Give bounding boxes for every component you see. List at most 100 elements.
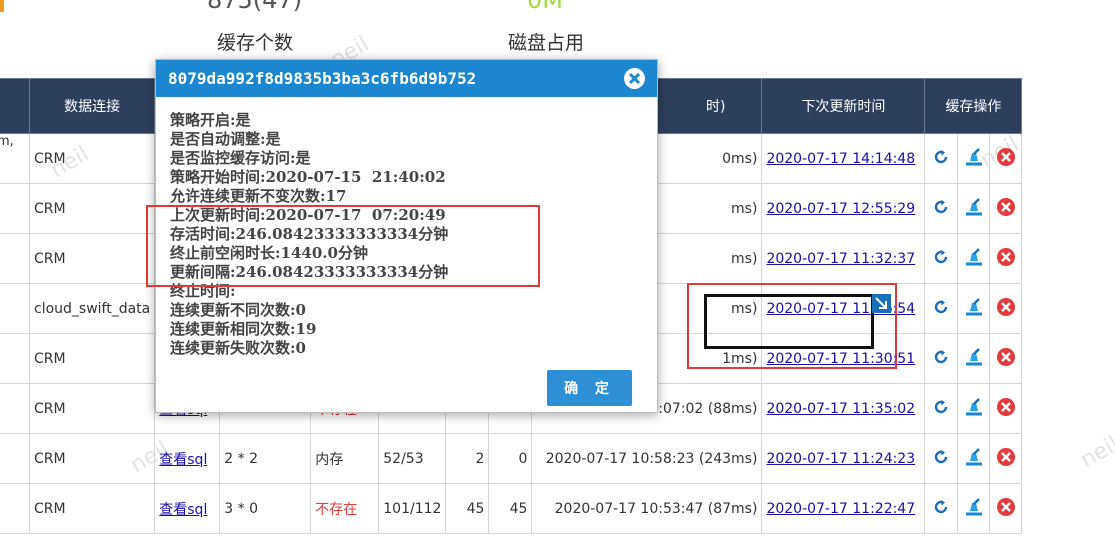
row-prefix-cell: m, (0, 133, 30, 184)
next-update-link[interactable]: 2020-07-17 11:26:54 (766, 301, 915, 317)
delete-button[interactable] (989, 483, 1023, 534)
clean-icon (964, 397, 984, 420)
next-update-link: 2020-07-17 11:24:23 (761, 433, 926, 484)
col-header-next-update: 下次更新时间 (761, 78, 926, 134)
clean-button[interactable] (957, 333, 991, 384)
refresh-icon (932, 198, 950, 220)
refresh-button[interactable] (924, 183, 959, 234)
delete-icon (996, 297, 1016, 321)
refresh-icon (932, 298, 950, 320)
dialog-info-line: 终止前空闲时长:1440.0分钟 (170, 244, 368, 262)
delete-button[interactable] (989, 383, 1023, 434)
dialog-info-line: 是否自动调整:是 (170, 130, 281, 148)
refresh-icon (932, 498, 950, 520)
delete-button[interactable] (989, 183, 1023, 234)
next-update-link: 2020-07-17 11:35:02 (761, 383, 926, 434)
clean-icon (964, 447, 984, 470)
clean-icon (964, 197, 984, 220)
dialog-info-line: 策略开启:是 (170, 111, 251, 129)
dialog-header: 8079da992f8d9835b3ba3c6fb6d9b752 (156, 60, 657, 97)
row-prefix-cell (0, 283, 30, 334)
row-prefix-cell (0, 483, 30, 534)
delete-icon (996, 347, 1016, 371)
delete-button[interactable] (989, 283, 1023, 334)
refresh-button[interactable] (924, 383, 959, 434)
refresh-button[interactable] (924, 483, 959, 534)
next-update-link[interactable]: 2020-07-17 11:22:47 (766, 501, 915, 517)
dialog-info-line: 连续更新失败次数:0 (170, 339, 306, 357)
clean-button[interactable] (957, 433, 991, 484)
data-conn-cell: CRM (28, 433, 156, 484)
delete-button[interactable] (989, 333, 1023, 384)
data-conn-cell: CRM (28, 483, 156, 534)
clean-icon (964, 147, 984, 170)
data-conn-cell: CRM (28, 383, 156, 434)
col-header-data-conn: 数据连接 (28, 78, 156, 134)
refresh-icon (932, 448, 950, 470)
clean-button[interactable] (957, 133, 991, 184)
table-row: CRM 查看sql 3 * 0 不存在 101/112 45 45 2020-07-17 10… (0, 483, 1023, 534)
refresh-button[interactable] (924, 233, 959, 284)
data-conn-cell: CRM (28, 333, 156, 384)
row-prefix-cell (0, 333, 30, 384)
dialog-info-line: 连续更新不同次数:0 (170, 301, 306, 319)
row-prefix-cell (0, 383, 30, 434)
count-cell: 101/112 (378, 483, 447, 534)
col-header-cache-op: 缓存操作 (924, 78, 1023, 134)
refresh-button[interactable] (924, 283, 959, 334)
size-cell: 3 * 0 (219, 483, 312, 534)
view-sql-link[interactable]: 查看sql (159, 452, 207, 468)
delete-button[interactable] (989, 433, 1023, 484)
next-update-link[interactable]: 2020-07-17 11:24:23 (766, 451, 915, 467)
next-update-link: 2020-07-17 11:26:54 (761, 283, 926, 334)
view-sql-link: 查看sql (154, 483, 221, 534)
refresh-icon (932, 248, 950, 270)
refresh-icon (932, 148, 950, 170)
next-update-link[interactable]: 2020-07-17 11:32:37 (766, 251, 915, 267)
refresh-button[interactable] (924, 133, 959, 184)
clean-button[interactable] (957, 383, 991, 434)
dialog-info-line: 连续更新相同次数:19 (170, 320, 317, 338)
view-sql-link[interactable]: 查看sql (159, 502, 207, 518)
dialog-info-line: 终止时间: (170, 282, 236, 300)
delete-icon (996, 497, 1016, 521)
clean-icon (964, 297, 984, 320)
clean-button[interactable] (957, 283, 991, 334)
disk-usage-value: 0M (527, 0, 563, 14)
dialog-info-line: 存活时间:246.08423333333334分钟 (170, 225, 449, 243)
num-cell: 0 (488, 433, 533, 484)
dialog-body: 策略开启:是 是否自动调整:是 是否监控缓存访问:是 策略开始时间:2020-07-1… (156, 97, 657, 358)
refresh-button[interactable] (924, 433, 959, 484)
clean-button[interactable] (957, 483, 991, 534)
delete-button[interactable] (989, 133, 1023, 184)
next-update-link[interactable]: 2020-07-17 11:35:02 (766, 401, 915, 417)
clean-icon (964, 347, 984, 370)
delete-icon (996, 197, 1016, 221)
next-update-link[interactable]: 2020-07-17 14:14:48 (766, 151, 915, 167)
next-update-link: 2020-07-17 11:32:37 (761, 233, 926, 284)
expand-arrow-icon[interactable] (872, 294, 891, 313)
cache-detail-dialog: 8079da992f8d9835b3ba3c6fb6d9b752 策略开启:是是… (155, 59, 658, 413)
close-button[interactable] (624, 68, 645, 89)
refresh-button[interactable] (924, 333, 959, 384)
clean-icon (964, 497, 984, 520)
row-prefix-cell (0, 183, 30, 234)
dialog-title: 8079da992f8d9835b3ba3c6fb6d9b752 (168, 69, 477, 88)
clean-button[interactable] (957, 233, 991, 284)
disk-usage-label: 磁盘占用 (508, 32, 585, 54)
dialog-info-line: 策略开始时间:2020-07-15 21:40:02 (170, 168, 446, 186)
next-update-link[interactable]: 2020-07-17 12:55:29 (766, 201, 915, 217)
accent-edge (0, 0, 4, 12)
col-header (0, 78, 30, 134)
dialog-info-line: 允许连续更新不变次数:17 (170, 187, 347, 205)
clean-button[interactable] (957, 183, 991, 234)
confirm-button[interactable]: 确 定 (547, 370, 632, 406)
dialog-info-line: 上次更新时间:2020-07-17 07:20:49 (170, 206, 446, 224)
delete-icon (996, 447, 1016, 471)
size-cell: 2 * 2 (219, 433, 312, 484)
watermark: neil (1076, 431, 1115, 474)
dialog-info-line: 是否监控缓存访问:是 (170, 149, 311, 167)
dialog-info-line: 更新间隔:246.08423333333334分钟 (170, 263, 449, 281)
delete-button[interactable] (989, 233, 1023, 284)
next-update-link[interactable]: 2020-07-17 11:30:51 (766, 351, 915, 367)
